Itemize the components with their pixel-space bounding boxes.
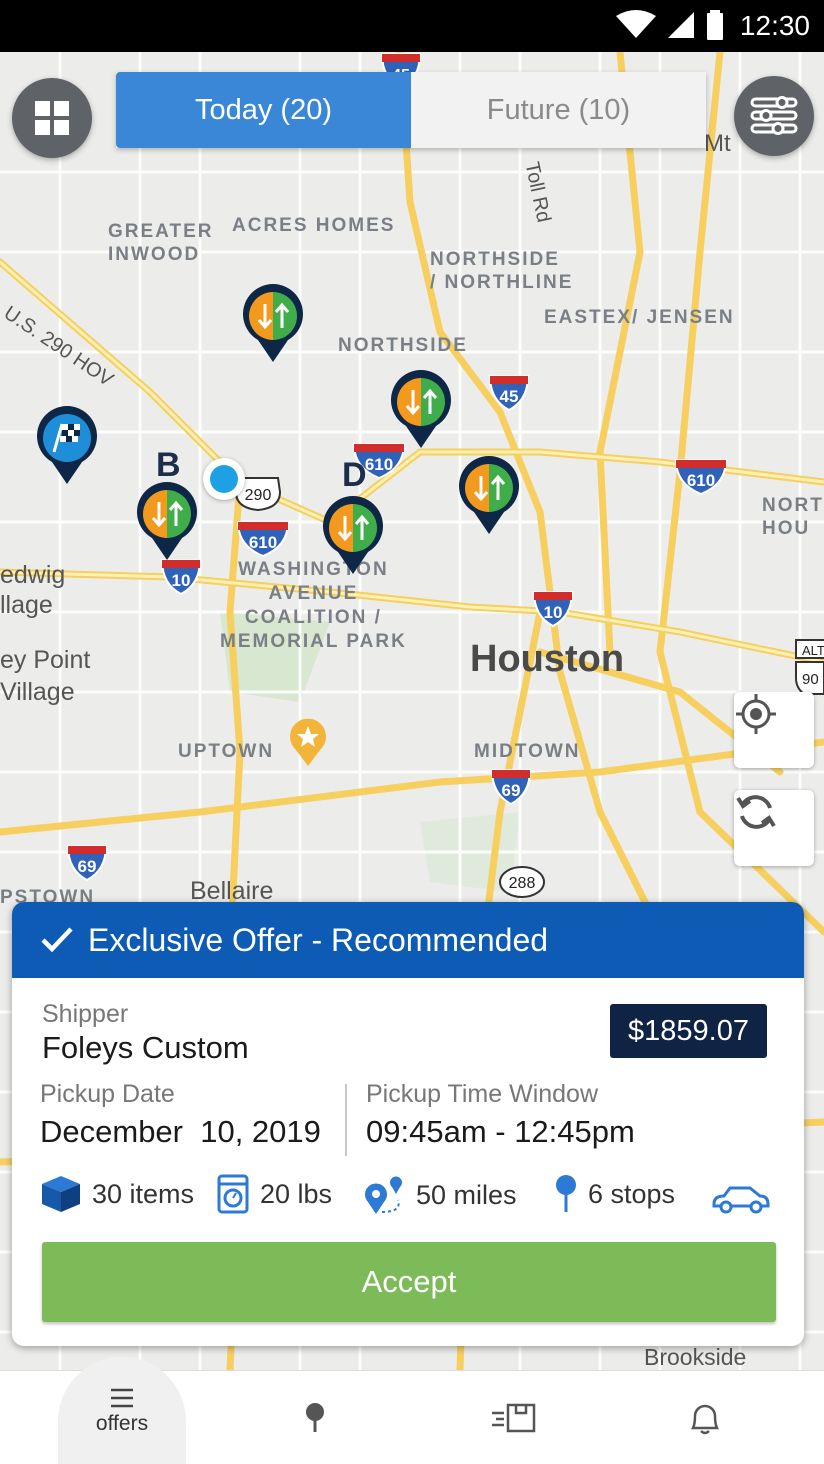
items-count: 30 items (92, 1178, 195, 1209)
svg-text:610: 610 (687, 471, 715, 490)
signal-icon (668, 12, 694, 38)
map-area-greater-inwood: GREATER INWOOD (108, 221, 214, 265)
items-stat: 30 items (40, 1174, 194, 1214)
svg-text:288: 288 (509, 875, 536, 892)
stops-count: 6 stops (588, 1178, 676, 1209)
svg-text:ALT: ALT (802, 643, 824, 658)
distance-value: 50 miles (416, 1179, 517, 1210)
sliders-icon (750, 96, 798, 135)
pickup-dropoff-marker[interactable] (388, 370, 454, 450)
stops-stat: 6 stops (554, 1174, 675, 1214)
battery-icon (707, 10, 723, 40)
bottom-navigation: offers (0, 1357, 824, 1464)
interstate-10-shield: 10 (160, 558, 202, 596)
box-delivery-icon (492, 1403, 536, 1433)
grid-icon (35, 101, 69, 135)
route-icon (365, 1176, 402, 1214)
svg-text:610: 610 (365, 455, 393, 474)
finish-flag-marker[interactable] (34, 406, 100, 486)
filter-button[interactable] (734, 76, 814, 156)
distance-stat: 50 miles (362, 1174, 517, 1216)
marker-label-d: D (342, 456, 367, 494)
nav-notifications[interactable] (680, 1371, 730, 1464)
svg-text:69: 69 (78, 857, 97, 876)
state-288-shield: 288 (498, 864, 546, 900)
alt-shield: ALT 90 (794, 638, 824, 696)
list-icon (111, 1388, 133, 1408)
map-town-bellaire: Bellaire (190, 877, 274, 905)
svg-text:45: 45 (500, 387, 519, 406)
tab-future[interactable]: Future (10) (411, 72, 706, 148)
tab-today[interactable]: Today (20) (116, 72, 411, 148)
map-area-north-hou: NORT HOU (762, 495, 824, 539)
marker-label-b: B (156, 446, 181, 484)
price-badge: $1859.07 (610, 1004, 767, 1058)
map-area-uptown: UPTOWN (178, 741, 275, 762)
svg-text:610: 610 (249, 533, 277, 552)
map-town-hedwig: edwig llage (0, 561, 66, 619)
map-pin-icon (306, 1403, 324, 1432)
crosshair-icon (736, 694, 776, 734)
svg-text:290: 290 (245, 487, 272, 504)
svg-text:10: 10 (544, 603, 563, 622)
map-city-houston: Houston (470, 638, 625, 680)
nav-offers[interactable]: offers (58, 1357, 186, 1464)
my-location-button[interactable] (734, 692, 814, 768)
shipper-label: Shipper (42, 1000, 129, 1028)
svg-text:90: 90 (802, 671, 819, 688)
svg-text:69: 69 (502, 781, 521, 800)
svg-text:10: 10 (172, 571, 191, 590)
accept-button[interactable]: Accept (42, 1242, 776, 1322)
interstate-610-shield: 610 (236, 520, 290, 558)
nav-offers-label: offers (95, 1412, 149, 1435)
current-location-dot (203, 458, 245, 500)
car-icon (712, 1186, 770, 1214)
package-icon (42, 1176, 80, 1212)
pickup-date-value: December 10, 2019 (40, 1114, 321, 1149)
offer-header-title: Exclusive Offer - Recommended (88, 921, 549, 958)
interstate-10-shield: 10 (532, 590, 574, 628)
checkmark-icon (41, 927, 73, 953)
status-bar: 12:30 (0, 0, 824, 52)
status-icons (616, 10, 724, 40)
starred-place-icon[interactable] (288, 716, 328, 768)
refresh-button[interactable] (734, 790, 814, 866)
map-area-midtown: MIDTOWN (474, 741, 581, 762)
day-tabs: Today (20) Future (10) (116, 72, 706, 148)
offer-card[interactable]: Exclusive Offer - Recommended Shipper Fo… (12, 902, 804, 1346)
interstate-45-shield: 45 (488, 374, 530, 412)
pickup-dropoff-marker-d[interactable] (320, 496, 386, 576)
bell-icon (690, 1404, 720, 1435)
map-area-eastex-jensen: EASTEX/ JENSEN (544, 307, 735, 328)
status-time: 12:30 (739, 10, 810, 41)
interstate-69-shield: 69 (66, 844, 108, 882)
interstate-610-shield: 610 (674, 458, 728, 496)
map-area-northside-northline: NORTHSIDE / NORTHLINE (430, 249, 574, 293)
weight-stat: 20 lbs (216, 1174, 332, 1214)
refresh-icon (736, 795, 776, 829)
scale-icon (217, 1174, 249, 1214)
wifi-icon (616, 10, 656, 38)
map-area-acres-homes: ACRES HOMES (232, 215, 396, 236)
map-area-northside: NORTHSIDE (338, 335, 468, 356)
pickup-window-value: 09:45am - 12:45pm (366, 1114, 635, 1149)
pickup-date-label: Pickup Date (40, 1080, 175, 1108)
nav-locations[interactable] (290, 1371, 340, 1464)
map-town-hunters-creek: ey Point Village (0, 646, 91, 706)
weight-value: 20 lbs (260, 1178, 333, 1209)
shipper-name: Foleys Custom (42, 1030, 249, 1065)
map-town-mt: Mt (704, 130, 731, 157)
pin-icon (556, 1175, 576, 1212)
map-town-brookside: Brookside (644, 1344, 747, 1370)
interstate-69-shield: 69 (490, 768, 532, 806)
offer-card-header: Exclusive Offer - Recommended (12, 902, 804, 978)
grid-menu-button[interactable] (12, 78, 92, 158)
pickup-dropoff-marker[interactable] (240, 284, 306, 364)
pickup-dropoff-marker[interactable] (456, 456, 522, 536)
pickup-window-label: Pickup Time Window (366, 1080, 599, 1108)
pickup-dropoff-marker-b[interactable] (134, 482, 200, 562)
nav-deliveries[interactable] (484, 1371, 544, 1464)
divider (345, 1084, 347, 1156)
